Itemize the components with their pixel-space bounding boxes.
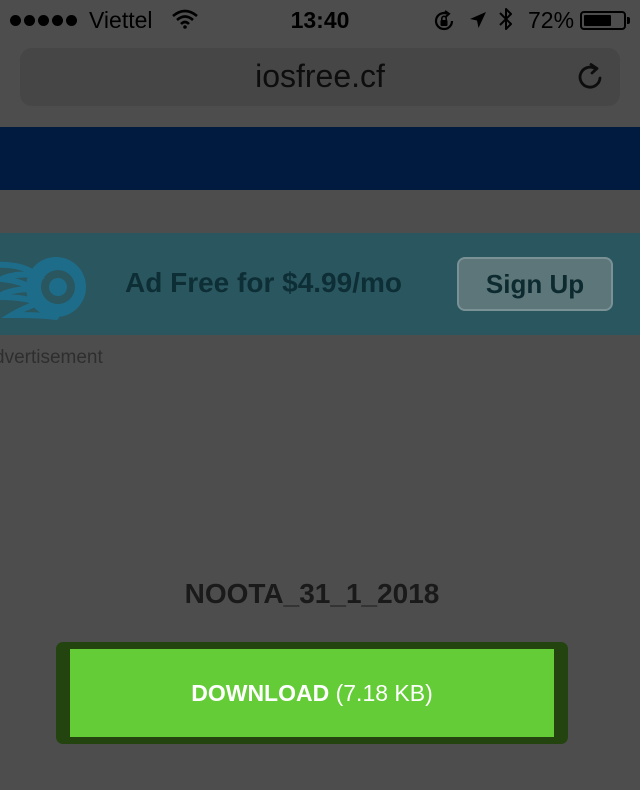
site-header	[0, 127, 640, 190]
battery-icon	[580, 11, 630, 30]
download-frame: DOWNLOAD (7.18 KB)	[56, 642, 568, 744]
download-label: DOWNLOAD	[191, 680, 330, 706]
file-name: NOOTA_31_1_2018	[184, 578, 440, 609]
status-bar: Viettel 13:40 72%	[0, 0, 640, 40]
ad-headline: Ad Free for $4.99/mo	[125, 267, 402, 298]
bluetooth-icon	[498, 6, 514, 38]
advertisement-label: dvertisement	[0, 347, 103, 368]
battery-percent: 72%	[528, 7, 575, 33]
sign-up-button[interactable]: Sign Up	[457, 257, 613, 311]
reload-icon[interactable]	[576, 62, 606, 97]
battery-nub	[627, 17, 630, 24]
rotation-lock-icon	[432, 9, 456, 39]
battery-level-fill	[584, 15, 611, 26]
download-size: (7.18 KB)	[329, 680, 433, 706]
url-text[interactable]: iosfree.cf	[20, 58, 620, 95]
flame-logo-icon	[0, 245, 102, 330]
address-bar[interactable]: iosfree.cf	[20, 48, 620, 106]
download-button[interactable]: DOWNLOAD (7.18 KB)	[70, 649, 554, 737]
ad-banner[interactable]: Ad Free for $4.99/mo Sign Up	[0, 233, 640, 335]
location-arrow-icon	[468, 10, 488, 36]
